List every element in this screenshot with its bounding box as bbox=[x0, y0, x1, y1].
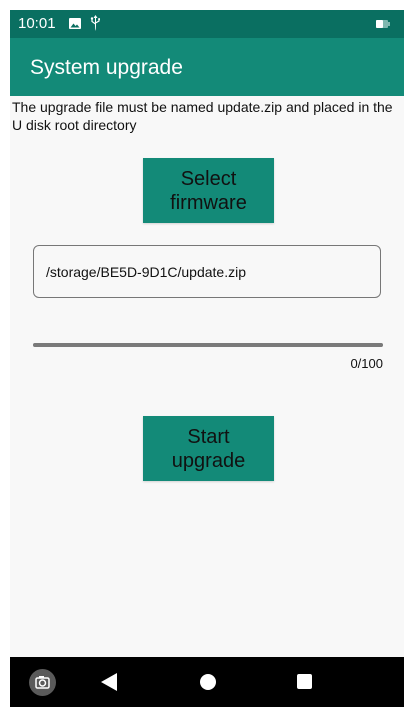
device-frame: 10:01 System upgrade The upgrade file mu… bbox=[0, 0, 404, 707]
start-upgrade-label-line1: Start bbox=[187, 425, 230, 448]
page-title: System upgrade bbox=[30, 56, 183, 79]
app-screen: 10:01 System upgrade The upgrade file mu… bbox=[10, 10, 404, 707]
upgrade-progress-fill bbox=[33, 343, 383, 347]
select-firmware-button[interactable]: Select firmware bbox=[143, 158, 274, 223]
start-upgrade-button[interactable]: Start upgrade bbox=[143, 416, 274, 481]
navigation-bar bbox=[10, 657, 404, 707]
camera-glyph bbox=[35, 676, 50, 689]
firmware-path-value: /storage/BE5D-9D1C/update.zip bbox=[46, 264, 246, 280]
battery-icon bbox=[376, 20, 390, 28]
home-icon[interactable] bbox=[200, 674, 216, 690]
select-firmware-label-line2: firmware bbox=[170, 191, 247, 214]
image-icon bbox=[69, 18, 81, 29]
back-icon[interactable] bbox=[100, 672, 118, 692]
status-bar: 10:01 bbox=[10, 10, 404, 38]
select-firmware-label-line1: Select bbox=[180, 167, 237, 190]
firmware-path-field[interactable]: /storage/BE5D-9D1C/update.zip bbox=[33, 245, 381, 298]
upgrade-instructions: The upgrade file must be named update.zi… bbox=[12, 99, 393, 133]
status-time: 10:01 bbox=[18, 15, 56, 32]
recents-icon[interactable] bbox=[297, 674, 312, 689]
upgrade-progress-bar bbox=[33, 343, 383, 347]
app-bar: System upgrade bbox=[10, 38, 404, 96]
usb-icon bbox=[90, 15, 100, 31]
upgrade-progress-label: 0/100 bbox=[350, 356, 383, 371]
camera-icon[interactable] bbox=[29, 669, 56, 696]
start-upgrade-label-line2: upgrade bbox=[171, 449, 246, 472]
